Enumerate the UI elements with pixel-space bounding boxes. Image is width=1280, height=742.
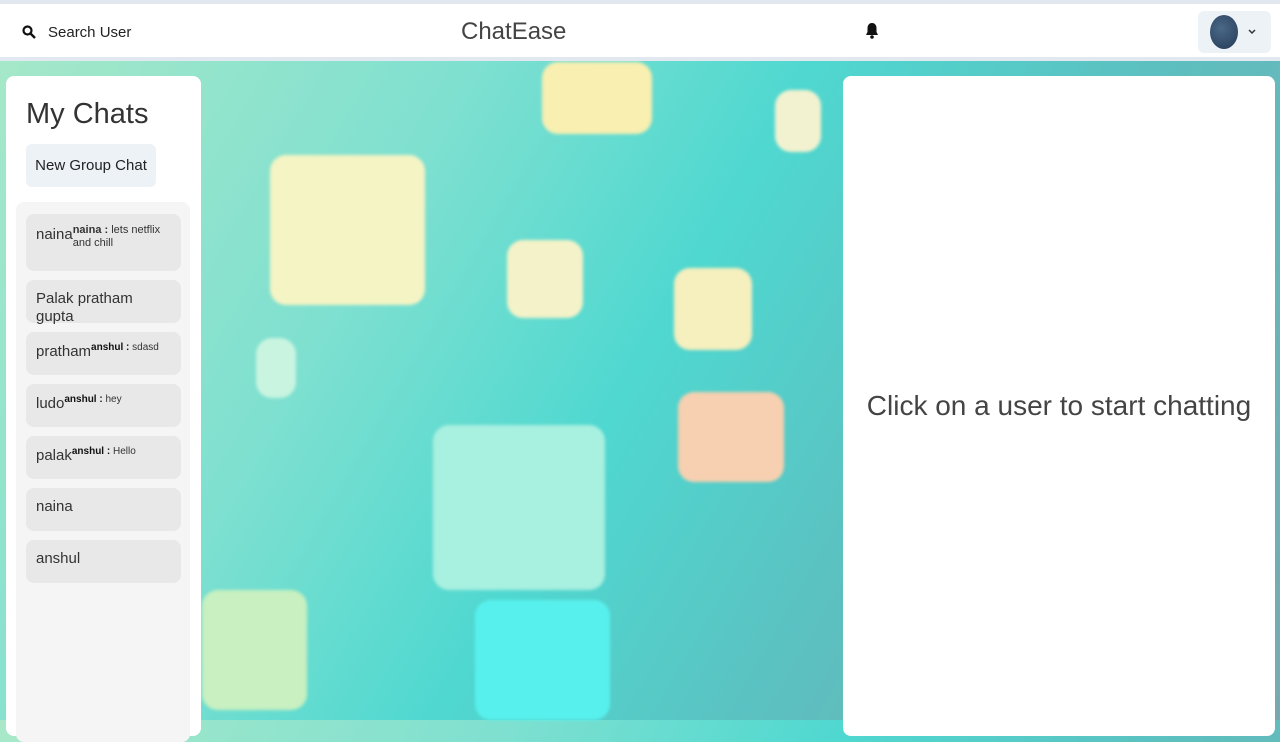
bg-bubble [678, 392, 784, 482]
my-chats-panel: My Chats New Group Chat naina naina : let… [6, 76, 201, 742]
bg-bubble [202, 590, 307, 710]
chat-sender: anshul : [64, 394, 103, 405]
bg-bubble [256, 338, 296, 398]
new-group-chat-button[interactable]: New Group Chat [26, 144, 156, 187]
chat-list-item[interactable]: Palak pratham gupta [26, 280, 181, 325]
bg-bubble [475, 600, 610, 720]
chat-name: pratham [36, 343, 92, 360]
chat-name: naina [36, 226, 73, 243]
search-user-button[interactable]: Search User [14, 14, 139, 50]
chat-latest-message: hey [105, 394, 122, 405]
notification-bell-icon[interactable] [864, 22, 880, 45]
chevron-down-icon [1248, 29, 1256, 35]
chat-list-item[interactable]: ludoanshul : hey [26, 384, 181, 427]
chat-name: Palak pratham gupta [36, 290, 133, 325]
chat-name: naina [36, 498, 73, 515]
bg-bubble [674, 268, 752, 350]
chat-sender: naina : [72, 224, 109, 236]
bg-bubble [270, 155, 425, 305]
chat-list-item[interactable]: naina [26, 488, 181, 531]
chat-list-item[interactable]: prathamanshul : sdasd [26, 332, 181, 375]
chat-list-item[interactable]: palakanshul : Hello [26, 436, 181, 479]
chat-list-item[interactable]: anshul [26, 540, 181, 583]
chat-sender: anshul : [71, 446, 111, 457]
chat-placeholder-text: Click on a user to start chatting [866, 390, 1252, 421]
bg-bubble [433, 425, 605, 590]
chat-list: naina naina : lets netflix and chill Pala… [16, 202, 190, 742]
chat-name: anshul [36, 550, 81, 567]
bg-bubble [542, 62, 652, 134]
chat-list-item[interactable]: naina naina : lets netflix and chill [26, 214, 181, 271]
profile-menu-button[interactable] [1198, 11, 1271, 53]
bg-bubble [507, 240, 583, 318]
chat-latest-message: sdasd [132, 342, 159, 353]
chat-name: palak [36, 447, 72, 464]
top-bar: Search User ChatEase [0, 4, 1280, 61]
search-icon [22, 25, 36, 39]
avatar [1210, 15, 1238, 49]
app-title: ChatEase [461, 18, 567, 45]
search-user-label: Search User [48, 23, 132, 41]
chat-sender: anshul : [91, 342, 130, 353]
chat-name: ludo [36, 395, 65, 412]
bg-bubble [775, 90, 821, 152]
chat-latest-message: Hello [112, 446, 136, 457]
my-chats-title: My Chats [26, 98, 149, 130]
chat-box: Click on a user to start chatting [843, 76, 1275, 736]
